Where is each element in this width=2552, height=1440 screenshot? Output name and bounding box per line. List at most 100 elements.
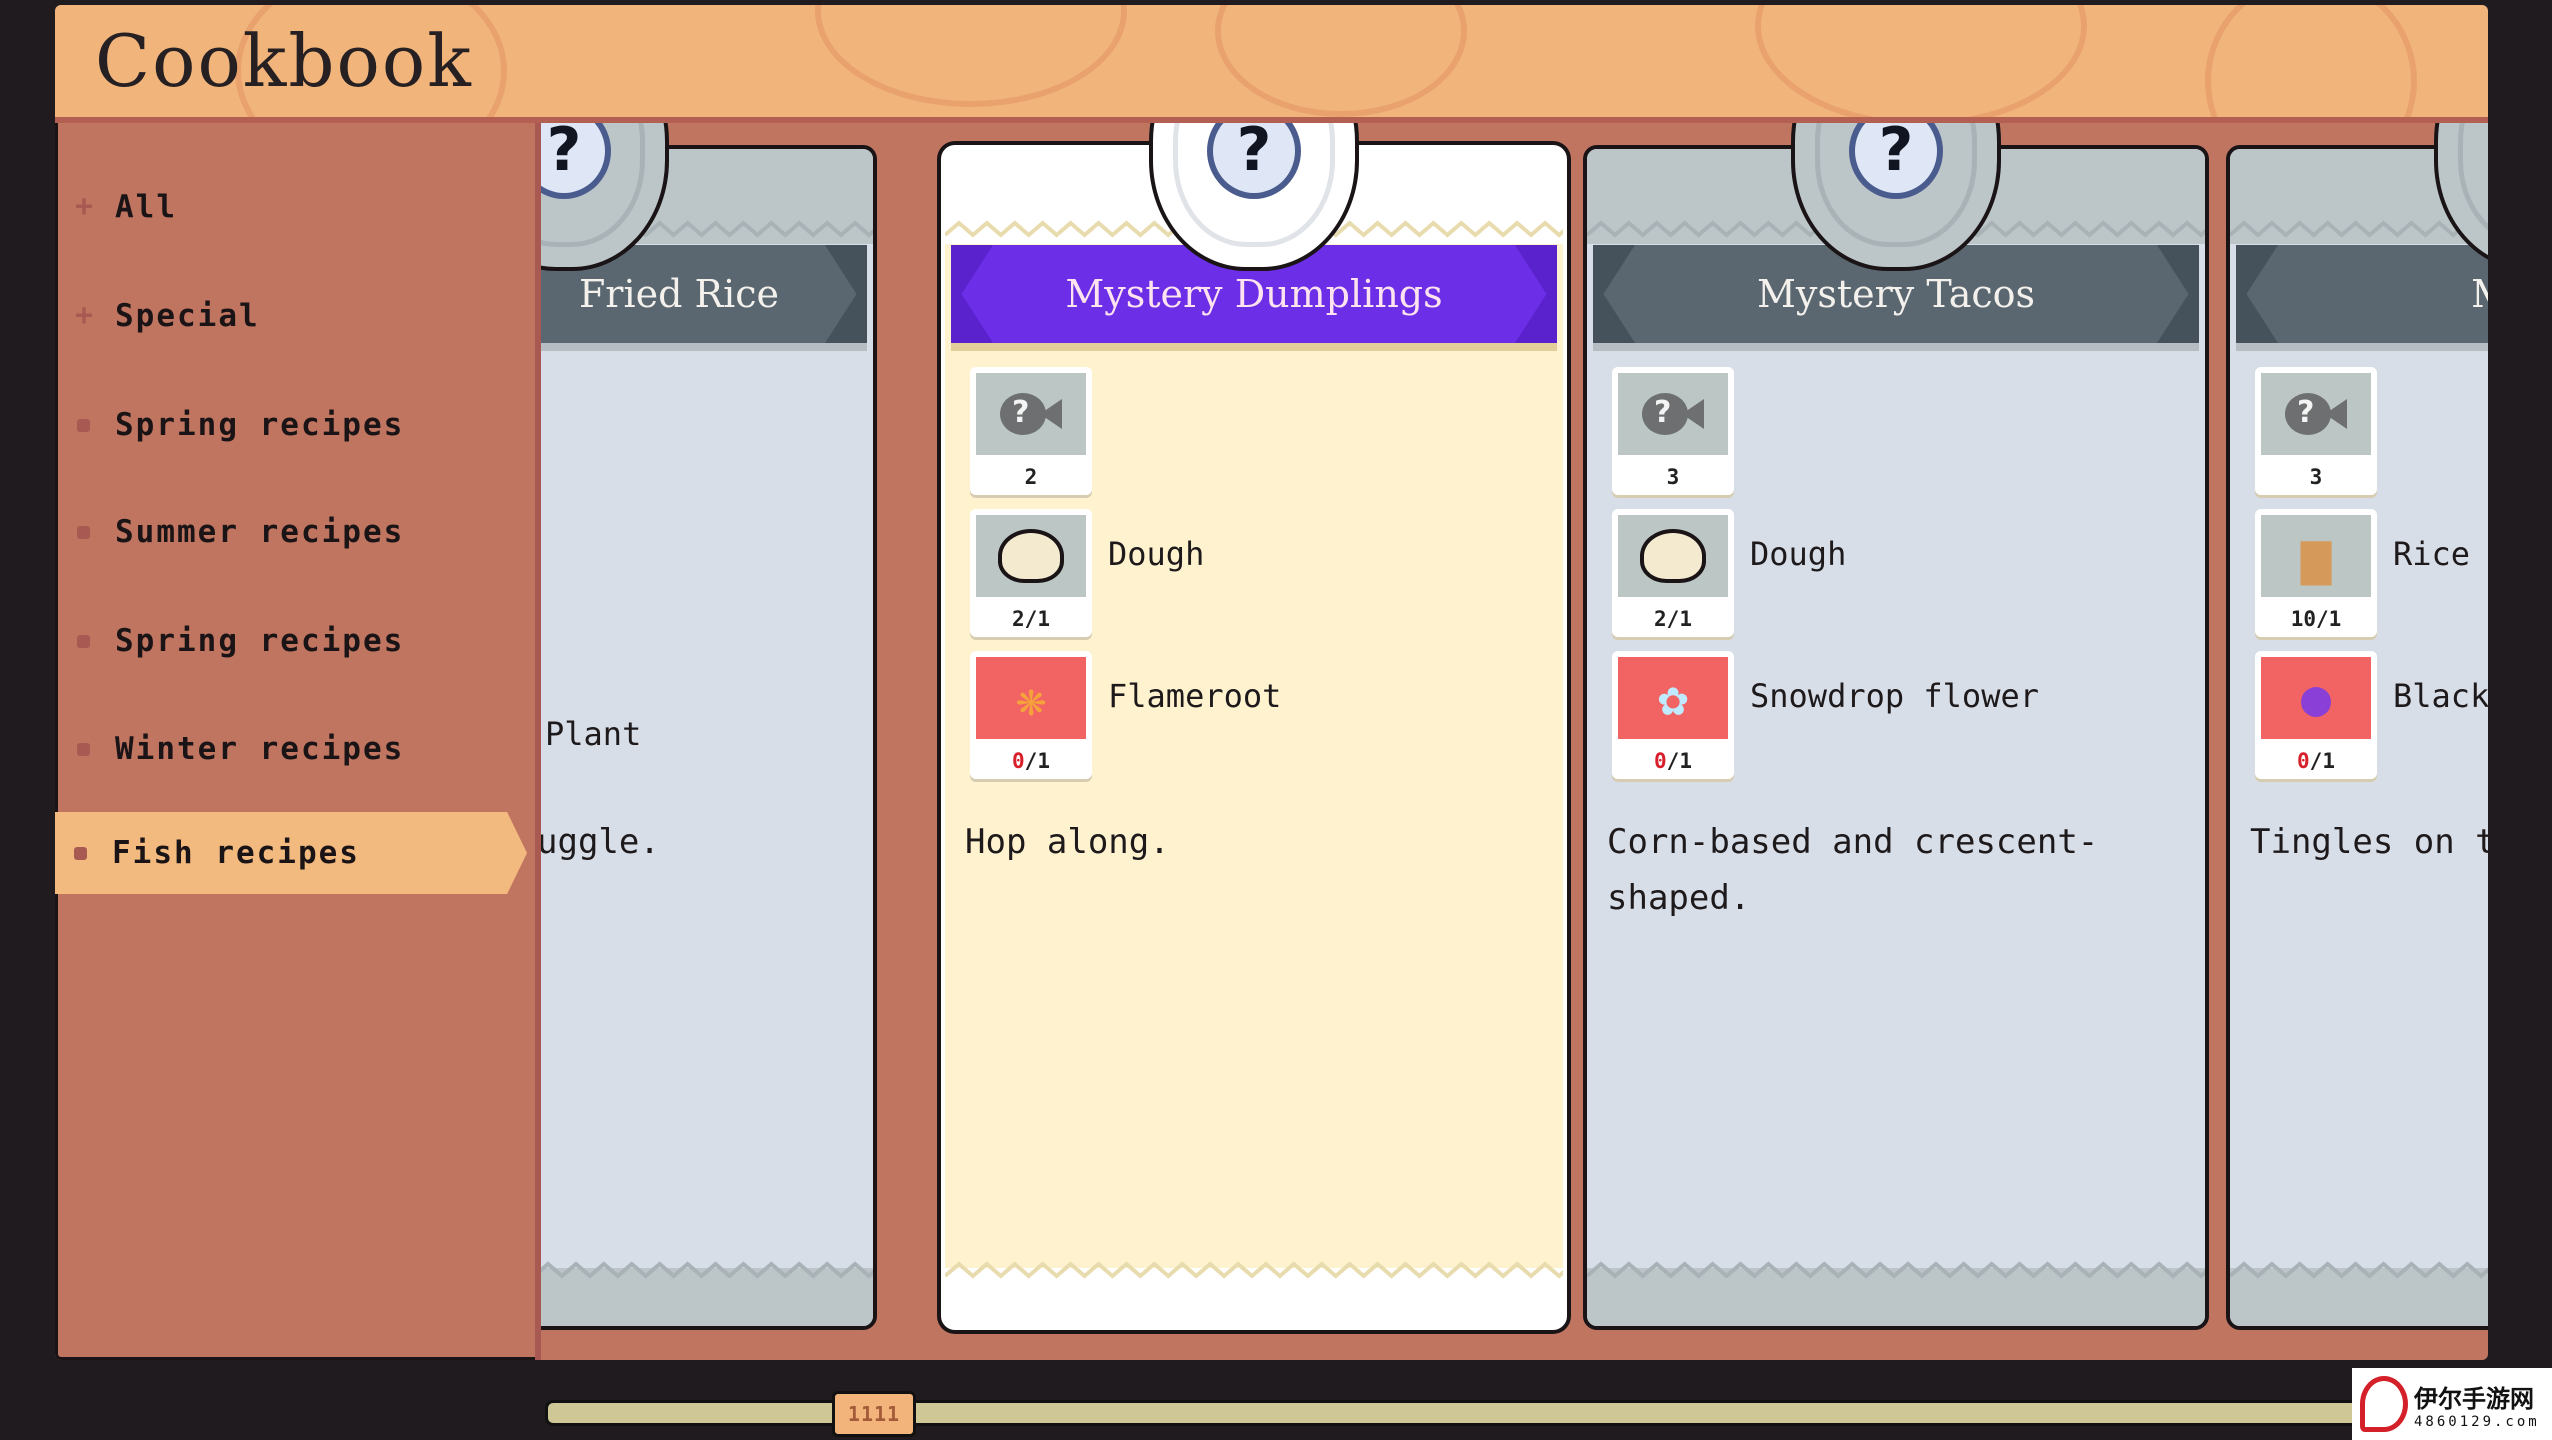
watermark-text: 伊尔手游网 4860129.com — [2414, 1379, 2540, 1430]
recipe-description: Corn-based and crescent-shaped. — [1607, 822, 2099, 918]
plus-icon: + — [74, 189, 94, 224]
ingredient-name: Dough — [1108, 535, 1205, 573]
ingredient-row[interactable]: 2/1 Dough — [970, 509, 1553, 651]
watermark-url: 4860129.com — [2414, 1413, 2540, 1430]
ingredient-slot: ? 3 — [1612, 367, 1734, 495]
ingredient-name: Flameroot — [1108, 677, 1282, 715]
ingredient-slot: 2/1 — [1612, 509, 1734, 637]
ingredient-picture — [976, 515, 1086, 597]
ingredient-picture: ? — [976, 373, 1086, 455]
recipe-title: Fried Rice — [578, 272, 780, 316]
sidebar-item-special[interactable]: + Special — [55, 275, 505, 357]
berries-icon: ● — [2300, 669, 2332, 727]
ingredient-quantity: 0/1 — [1654, 749, 1692, 773]
banner-ornament — [2157, 245, 2199, 343]
card-wave-border — [541, 1261, 873, 1279]
bullet-icon — [77, 418, 90, 432]
ingredient-picture — [1618, 515, 1728, 597]
recipe-description: Tingles on the — [2250, 822, 2488, 862]
watermark: 伊尔手游网 4860129.com — [2352, 1368, 2552, 1440]
ingredient-slot: 2/1 — [970, 509, 1092, 637]
recipe-title: Myster — [2471, 272, 2488, 316]
scrollbar-thumb[interactable]: 1111 — [832, 1391, 916, 1437]
sidebar-item-spring-recipes[interactable]: Spring recipes — [55, 384, 505, 466]
recipe-card-partial-right[interactable]: ? Myster ? 3 ▆ — [2226, 123, 2488, 1330]
recipe-title: Mystery Dumplings — [1065, 272, 1443, 316]
ingredient-name: Snowdrop flower — [1750, 677, 2039, 715]
ingredient-quantity: 10/1 — [2290, 607, 2342, 631]
bullet-icon — [77, 742, 90, 756]
snowdrop-flower-icon: ✿ — [1657, 669, 1689, 727]
banner-ornament — [1515, 245, 1557, 343]
recipe-card-mystery-dumplings[interactable]: ? Mystery Dumplings ? 2 2/1 Dough ❋ 0/1 … — [941, 123, 1567, 1330]
ingredient-row[interactable]: 2/1 Dough — [1612, 509, 2195, 651]
ingredient-row[interactable]: ❋ 0/1 Flameroot — [970, 651, 1553, 793]
carousel-scrollbar[interactable]: 1111 — [545, 1391, 2411, 1437]
mystery-fish-icon: ? — [2285, 387, 2347, 441]
ingredient-picture: ▆ — [2261, 515, 2371, 597]
ingredient-list: ? 3 ▆ 10/1 Rice ● 0/1 Black — [2255, 367, 2488, 793]
ingredient-name: Dough — [1750, 535, 1847, 573]
card-wave-border — [2230, 1261, 2488, 1279]
recipe-title: Mystery Tacos — [1756, 272, 2036, 316]
ingredient-list: ? 2 2/1 Dough ❋ 0/1 Flameroot — [970, 367, 1553, 793]
sidebar-item-label: Special — [115, 298, 260, 334]
bullet-icon — [74, 846, 87, 860]
ingredient-quantity: 3 — [2309, 465, 2323, 489]
sidebar-item-spring-recipes-2[interactable]: Spring recipes — [55, 600, 505, 682]
ingredient-row[interactable]: ● 0/1 Black P — [2255, 651, 2488, 793]
recipe-card-fried-rice[interactable]: ? Fried Rice Plant uggle. — [537, 123, 877, 1330]
header-swirl-decoration — [1755, 5, 2087, 117]
sidebar-item-label: All — [115, 189, 177, 225]
bullet-icon — [77, 525, 90, 539]
ingredient-name: Black P — [2393, 677, 2488, 715]
ingredient-picture: ✿ — [1618, 657, 1728, 739]
category-sidebar: + All + Special Spring recipes Summer re… — [55, 123, 535, 1360]
mystery-fish-icon: ? — [1642, 387, 1704, 441]
plus-icon: + — [74, 298, 94, 333]
card-wave-border — [2230, 220, 2488, 238]
dough-icon — [1640, 529, 1706, 583]
ingredient-slot: ? 2 — [970, 367, 1092, 495]
ingredient-quantity: 2/1 — [1012, 607, 1050, 631]
ingredient-slot: ● 0/1 — [2255, 651, 2377, 779]
banner-ornament — [1593, 245, 1635, 343]
ingredient-picture: ? — [1618, 373, 1728, 455]
dough-icon — [998, 529, 1064, 583]
emblem-frame — [2458, 123, 2488, 247]
recipe-description: uggle. — [537, 822, 660, 862]
sidebar-item-label: Spring recipes — [115, 407, 405, 443]
ingredient-row[interactable]: ? 2 — [970, 367, 1553, 509]
rice-icon: ▆ — [2300, 527, 2332, 585]
flameroot-icon: ❋ — [1015, 669, 1047, 727]
recipe-title-banner: Myster — [2236, 245, 2488, 351]
recipe-card-mystery-tacos[interactable]: ? Mystery Tacos ? 3 2/1 Dough ✿ 0/1 Snow… — [1583, 123, 2209, 1330]
mystery-fish-icon: ? — [1000, 387, 1062, 441]
sidebar-item-winter-recipes[interactable]: Winter recipes — [55, 708, 505, 790]
ingredient-picture: ● — [2261, 657, 2371, 739]
header-swirl-decoration — [815, 5, 1127, 107]
banner-ornament — [951, 245, 993, 343]
card-wave-border — [945, 1261, 1563, 1279]
ingredient-slot: ✿ 0/1 — [1612, 651, 1734, 779]
sidebar-item-summer-recipes[interactable]: Summer recipes — [55, 491, 505, 573]
sidebar-item-fish-recipes[interactable]: Fish recipes — [55, 812, 527, 894]
ingredient-list: ? 3 2/1 Dough ✿ 0/1 Snowdrop flower — [1612, 367, 2195, 793]
watermark-logo-icon — [2360, 1376, 2408, 1432]
ingredient-name: Rice — [2393, 535, 2471, 573]
ingredient-name: Plant — [545, 715, 642, 753]
ingredient-quantity: 3 — [1666, 465, 1680, 489]
ingredient-picture: ? — [2261, 373, 2371, 455]
sidebar-item-label: Spring recipes — [115, 623, 405, 659]
sidebar-item-all[interactable]: + All — [55, 166, 505, 248]
watermark-name: 伊尔手游网 — [2414, 1384, 2534, 1413]
ingredient-row[interactable]: ✿ 0/1 Snowdrop flower — [1612, 651, 2195, 793]
header-swirl-decoration — [2205, 5, 2417, 117]
ingredient-row[interactable]: ? 3 — [1612, 367, 2195, 509]
recipe-carousel: ? Fried Rice Plant uggle. ? Mystery Dump… — [535, 123, 2488, 1360]
bullet-icon — [77, 634, 90, 648]
ingredient-row[interactable]: ? 3 — [2255, 367, 2488, 509]
ingredient-slot: ▆ 10/1 — [2255, 509, 2377, 637]
ingredient-quantity: 2/1 — [1654, 607, 1692, 631]
ingredient-row[interactable]: ▆ 10/1 Rice — [2255, 509, 2488, 651]
